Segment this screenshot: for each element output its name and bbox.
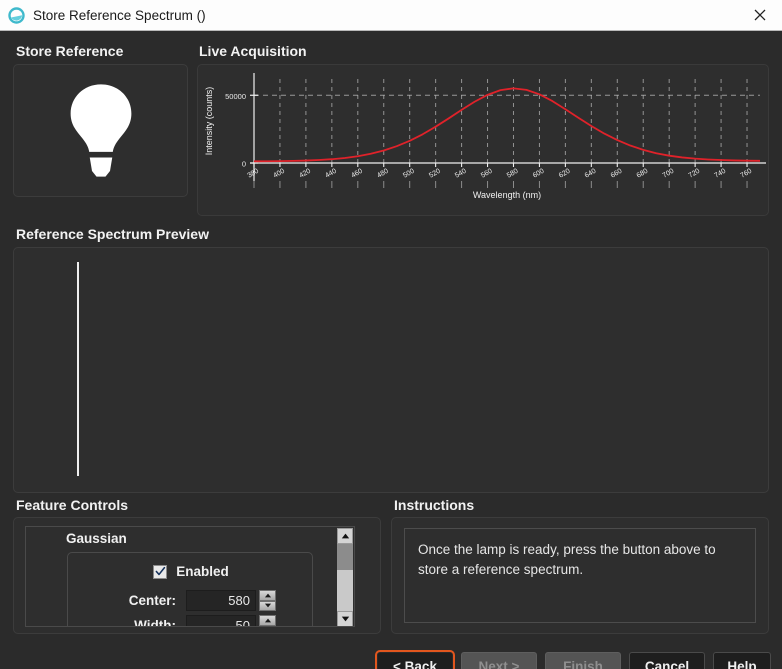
scrollbar-thumb[interactable] [337, 544, 353, 570]
back-button[interactable]: < Back [377, 652, 453, 669]
store-reference-spectrum-dialog: Store Reference Spectrum () Store Refere… [0, 0, 782, 669]
svg-text:380: 380 [246, 168, 260, 180]
svg-text:480: 480 [376, 168, 390, 180]
svg-text:560: 560 [480, 168, 494, 180]
back-button-label: < Back [393, 659, 437, 669]
svg-text:700: 700 [662, 168, 676, 180]
spectrum-app-icon [8, 7, 25, 24]
svg-text:Wavelength (nm): Wavelength (nm) [473, 190, 541, 200]
svg-text:740: 740 [714, 168, 728, 180]
instructions-text: Once the lamp is ready, press the button… [404, 528, 756, 623]
instructions-panel: Once the lamp is ready, press the button… [391, 517, 769, 634]
feature-controls-scroll-area: Gaussian Enabled Center: 580 [25, 526, 355, 627]
svg-text:660: 660 [610, 168, 624, 180]
width-stepper[interactable] [259, 615, 276, 627]
svg-text:400: 400 [272, 168, 286, 180]
store-reference-button[interactable] [13, 64, 188, 197]
instructions-heading: Instructions [394, 497, 474, 513]
window-title: Store Reference Spectrum () [33, 8, 738, 23]
center-stepper-down[interactable] [259, 601, 276, 612]
center-label: Center: [68, 593, 186, 608]
reference-spectrum-preview-panel[interactable] [13, 247, 769, 493]
svg-text:760: 760 [739, 168, 753, 180]
store-reference-heading: Store Reference [16, 43, 123, 59]
help-button[interactable]: Help [713, 652, 771, 669]
svg-text:580: 580 [506, 168, 520, 180]
svg-text:500: 500 [402, 168, 416, 180]
lightbulb-icon [14, 65, 187, 196]
svg-text:620: 620 [558, 168, 572, 180]
svg-text:600: 600 [532, 168, 546, 180]
live-acquisition-chart: 0 50000 Intensity (counts) 380 400 420 440 460 4… [198, 65, 768, 215]
dialog-button-bar: < Back Next > Finish Cancel Help [0, 643, 782, 669]
svg-text:420: 420 [298, 168, 312, 180]
width-label: Width: [68, 618, 186, 627]
triangle-down-icon[interactable] [337, 611, 353, 627]
triangle-up-icon[interactable] [337, 528, 353, 544]
svg-text:680: 680 [636, 168, 650, 180]
width-stepper-up[interactable] [259, 615, 276, 626]
center-input[interactable]: 580 [186, 590, 256, 611]
help-button-label: Help [727, 659, 756, 669]
enabled-checkbox[interactable] [153, 565, 167, 579]
finish-button-label: Finish [563, 659, 603, 669]
width-field-row: Width: 50 [68, 615, 314, 627]
close-icon[interactable] [738, 0, 782, 30]
svg-text:540: 540 [454, 168, 468, 180]
finish-button[interactable]: Finish [545, 652, 621, 669]
live-acquisition-heading: Live Acquisition [199, 43, 307, 59]
svg-text:440: 440 [324, 168, 338, 180]
cancel-button-label: Cancel [645, 659, 689, 669]
svg-text:50000: 50000 [225, 92, 246, 101]
center-stepper[interactable] [259, 590, 276, 611]
live-acquisition-chart-panel[interactable]: 0 50000 Intensity (counts) 380 400 420 440 460 4… [197, 64, 769, 216]
titlebar: Store Reference Spectrum () [0, 0, 782, 31]
next-button-label: Next > [479, 659, 520, 669]
enabled-row[interactable]: Enabled [68, 564, 314, 579]
feature-controls-heading: Feature Controls [16, 497, 128, 513]
cancel-button[interactable]: Cancel [629, 652, 705, 669]
preview-axis-line [77, 262, 79, 476]
width-input[interactable]: 50 [186, 615, 256, 627]
svg-text:640: 640 [584, 168, 598, 180]
gaussian-group-box: Enabled Center: 580 [67, 552, 313, 627]
feature-controls-panel: Gaussian Enabled Center: 580 [13, 517, 381, 634]
svg-text:460: 460 [350, 168, 364, 180]
svg-text:520: 520 [428, 168, 442, 180]
gaussian-group-label: Gaussian [66, 531, 127, 546]
next-button[interactable]: Next > [461, 652, 537, 669]
reference-preview-heading: Reference Spectrum Preview [16, 226, 209, 242]
feature-controls-scrollbar[interactable] [337, 528, 353, 627]
width-stepper-down[interactable] [259, 626, 276, 628]
scrollbar-track[interactable] [337, 544, 353, 611]
center-field-row: Center: 580 [68, 590, 314, 611]
dialog-content: Store Reference Live Acquisition 0 50000 I… [0, 31, 782, 669]
svg-text:720: 720 [688, 168, 702, 180]
center-stepper-up[interactable] [259, 590, 276, 601]
enabled-label: Enabled [176, 564, 229, 579]
svg-text:0: 0 [242, 160, 246, 169]
svg-text:Intensity (counts): Intensity (counts) [204, 87, 214, 156]
